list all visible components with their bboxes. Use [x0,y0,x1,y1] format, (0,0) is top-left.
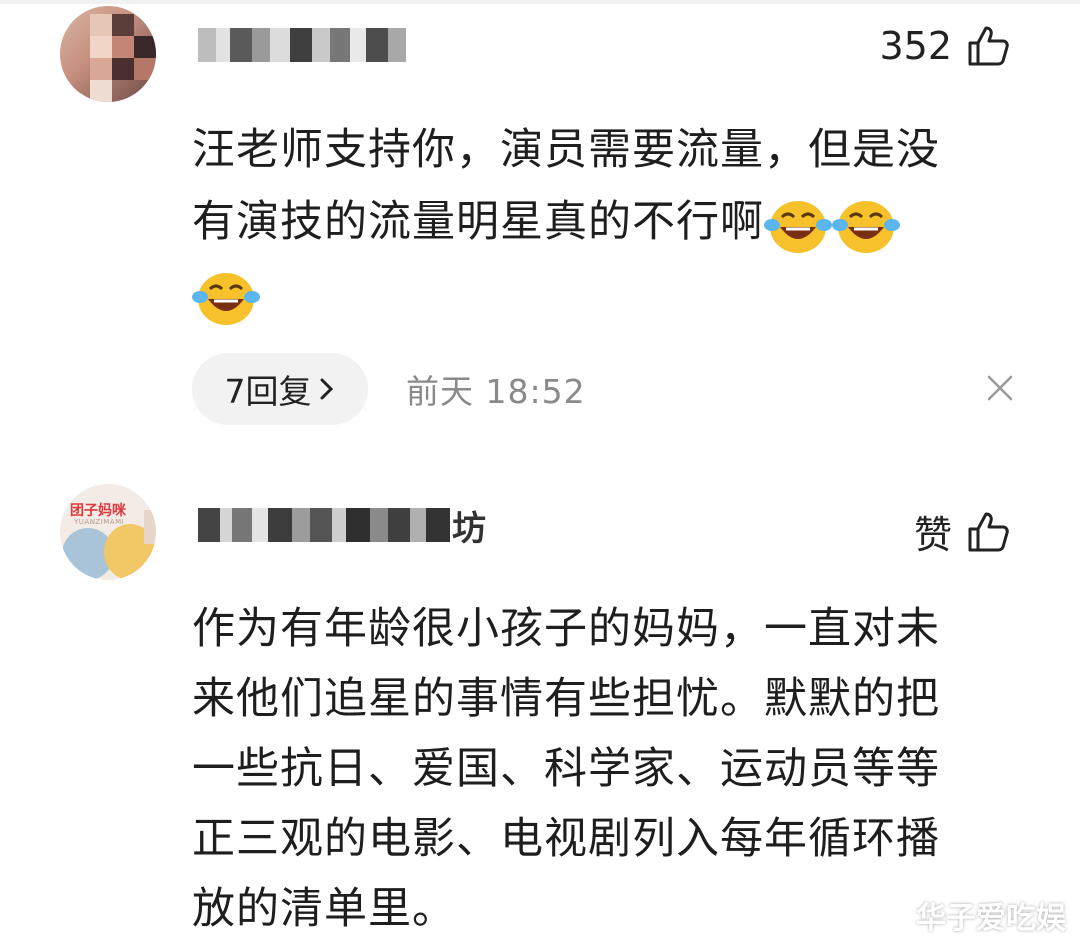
comment-line: 一些抗日、爱国、科学家、运动员等等 [192,744,940,794]
avatar-brand-text: 团子妈咪 [70,503,126,519]
crying-laughing-emoji-icon [192,272,260,325]
close-icon[interactable] [986,374,1014,402]
view-replies-button[interactable]: 7回复 [192,353,368,425]
comment-line: 作为有年龄很小孩子的妈妈，一直对未 [192,604,940,654]
watermark: 华子爱吃娱 [916,901,1066,936]
crying-laughing-emoji-icon [832,200,900,253]
reply-count-label: 7回复 [224,372,312,411]
comment-line: 来他们追星的事情有些担忧。默默的把 [192,674,940,724]
thumbs-up-icon[interactable] [966,24,1010,68]
comment-line: 正三观的电影、电视剧列入每年循环播 [192,814,940,864]
username-blurred[interactable] [198,28,406,62]
comment-text: 作为有年龄很小孩子的妈妈，一直对未 来他们追星的事情有些担忧。默默的把 一些抗日… [192,594,1022,944]
avatar[interactable] [60,6,156,102]
like-area[interactable]: 352 [879,24,1010,68]
avatar-brand-subtext: YUANZIMAMI [74,518,125,526]
username-blurred[interactable]: 坊 [198,508,486,549]
chevron-right-icon [320,378,333,400]
like-label: 赞 [913,513,952,557]
comment-line: 汪老师支持你，演员需要流量，但是没 [192,125,940,175]
thumbs-up-icon[interactable] [966,510,1010,554]
username-visible-fragment: 坊 [452,508,486,549]
comment-text: 汪老师支持你，演员需要流量，但是没 有演技的流量明星真的不行啊 [192,114,1022,330]
crying-laughing-emoji-icon [764,200,832,253]
comment-line [192,258,1022,330]
like-count: 352 [879,24,952,68]
top-divider [0,0,1080,4]
comment-line: 放的清单里。 [192,884,456,934]
like-area[interactable]: 赞 [914,504,1010,559]
avatar[interactable]: 团子妈咪 YUANZIMAMI [60,484,156,580]
comment-meta-row: 7回复 前天 18:52 [192,353,586,425]
comment-line: 有演技的流量明星真的不行啊 [192,186,1022,258]
comment-line-text: 有演技的流量明星真的不行啊 [192,197,764,247]
comment-timestamp: 前天 18:52 [406,372,586,411]
